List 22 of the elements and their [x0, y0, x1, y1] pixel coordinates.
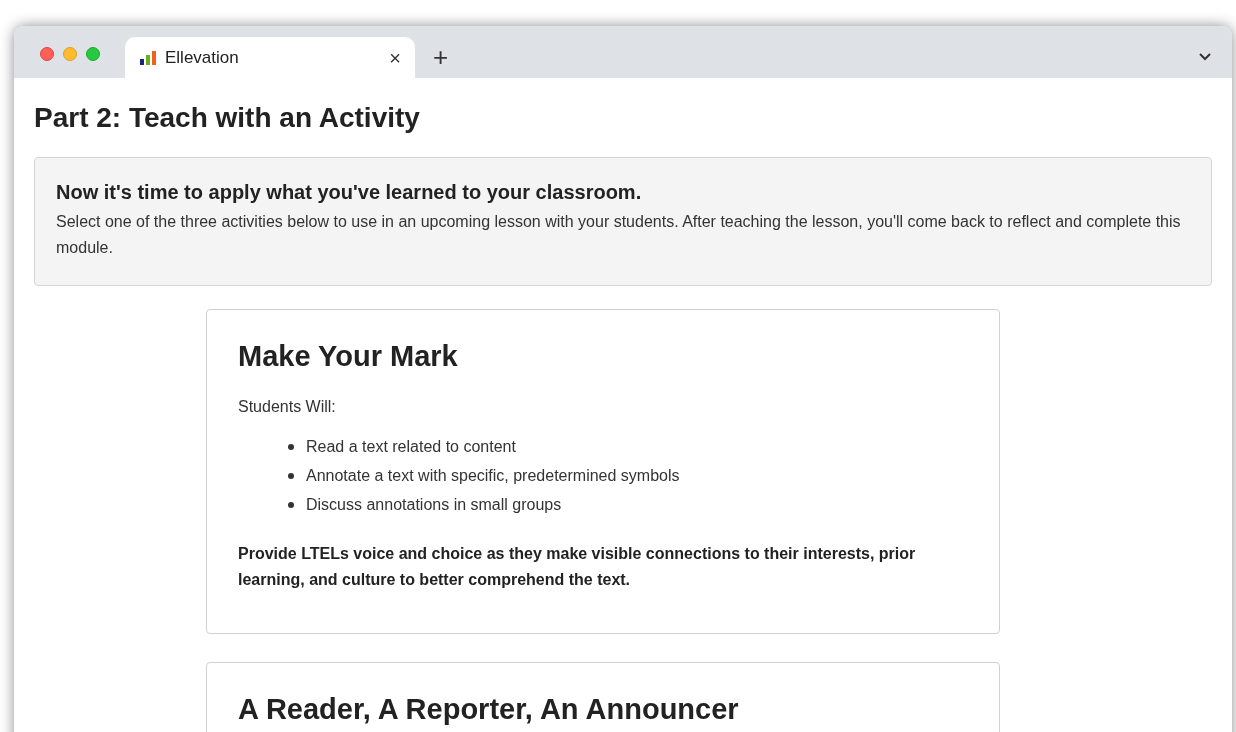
- bullet-icon: [288, 502, 294, 508]
- activity-summary: Provide LTELs voice and choice as they make visible connections to their interests, prior learning, and culture to better comprehend the text.: [238, 544, 917, 590]
- maximize-window-icon[interactable]: [86, 47, 100, 61]
- activity-item: Read a text related to content: [306, 437, 516, 457]
- minimize-window-icon[interactable]: [63, 47, 77, 61]
- close-tab-button[interactable]: ×: [389, 47, 401, 68]
- chevron-down-icon[interactable]: [1198, 51, 1212, 61]
- bullet-icon: [288, 473, 294, 479]
- activity-item: Annotate a text with specific, predetermined symbols: [306, 466, 680, 486]
- browser-tab[interactable]: Ellevation ×: [125, 37, 415, 78]
- activity-title: A Reader, A Reporter, An Announcer: [238, 695, 740, 724]
- activity-intro: Students Will:: [238, 397, 337, 417]
- activity-item: Discuss annotations in small groups: [306, 495, 562, 515]
- tab-title: Ellevation: [165, 46, 240, 69]
- close-window-icon[interactable]: [40, 47, 54, 61]
- page-title: Part 2: Teach with an Activity: [34, 101, 421, 135]
- bar-chart-icon: [139, 50, 157, 65]
- new-tab-button[interactable]: +: [433, 44, 449, 70]
- banner-heading: Now it's time to apply what you've learned to your classroom.: [56, 180, 643, 205]
- banner-text: Select one of the three activities below to use in an upcoming lesson with your students. After teaching the lesson, you'll come back to reflect and complete this module.: [56, 212, 1182, 258]
- activity-title: Make Your Mark: [238, 342, 459, 371]
- bullet-icon: [288, 444, 294, 450]
